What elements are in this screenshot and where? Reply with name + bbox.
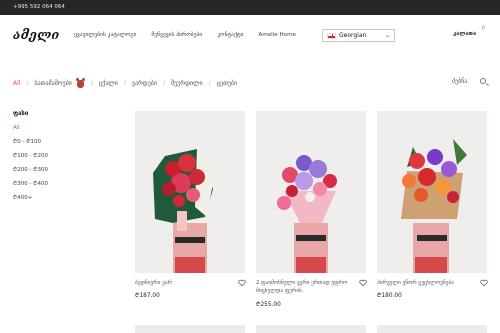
- language-select[interactable]: Georgian ⌄: [322, 29, 395, 42]
- filter-separator: /: [208, 79, 211, 87]
- product-image[interactable]: [377, 111, 487, 273]
- main-nav: ყვავილების კატალოგი მეწვევის პირობები კო…: [74, 32, 311, 38]
- site-header: ამელი ყვავილების კატალოგი მეწვევის პირობ…: [0, 15, 500, 60]
- price-option-200-300[interactable]: ₾200 - ₾300: [13, 165, 48, 173]
- filter-toys[interactable]: სათამაშოები: [34, 80, 71, 87]
- price-option-400-plus[interactable]: ₾400+: [13, 193, 48, 201]
- language-selected-value: Georgian: [339, 32, 367, 39]
- price-option-300-400[interactable]: ₾300 - ₾400: [13, 179, 48, 187]
- teddy-bear-icon: [75, 78, 85, 88]
- product-price: ₾255.00: [256, 302, 281, 308]
- price-option-all[interactable]: All: [13, 125, 48, 131]
- filter-all[interactable]: All: [13, 80, 20, 87]
- search-label[interactable]: ძებნა: [452, 78, 467, 85]
- product-price: ₾187.00: [135, 293, 160, 299]
- product-image[interactable]: [256, 111, 366, 273]
- site-logo[interactable]: ამელი: [13, 27, 59, 42]
- nav-item-catalog[interactable]: ყვავილების კატალოგი: [74, 32, 136, 38]
- price-filter-title: ფასი: [13, 110, 29, 117]
- filter-separator: /: [90, 79, 93, 87]
- price-filter-sidebar: ფასი All ₾0 - ₾100 ₾100 - ₾200 ₾200 - ₾3…: [13, 110, 48, 207]
- category-filter-bar: All / სათამაშოები / ცქალი / ვარდები / შე…: [0, 60, 500, 105]
- next-product-image[interactable]: [256, 325, 366, 333]
- product-name[interactable]: 2 ფაიმოხნული ვერი ერთად უფრო მიცხელდა ფე…: [256, 279, 352, 295]
- price-option-100-200[interactable]: ₾100 - ₾200: [13, 151, 48, 159]
- cart-count-badge: 0: [482, 26, 485, 31]
- product-name[interactable]: პირველი ვნორ ცეცხლოვნება: [377, 279, 473, 287]
- product-card[interactable]: ბედნიერი ვარ ₾187.00: [135, 111, 246, 299]
- next-product-image[interactable]: [135, 325, 245, 333]
- heart-icon[interactable]: [238, 279, 246, 287]
- filter-roses[interactable]: ვარდები: [132, 80, 157, 87]
- next-product-image[interactable]: [377, 325, 487, 333]
- filter-item-5[interactable]: ცეთები: [217, 80, 238, 87]
- product-name[interactable]: ბედნიერი ვარ: [135, 279, 231, 287]
- heart-icon[interactable]: [359, 279, 367, 287]
- filter-item-2[interactable]: ცქალი: [99, 80, 118, 87]
- product-image[interactable]: [135, 111, 245, 273]
- georgia-flag-icon: [327, 33, 336, 39]
- heart-icon[interactable]: [480, 279, 488, 287]
- search-icon[interactable]: [480, 78, 486, 84]
- cart-link[interactable]: კალათა: [453, 31, 476, 37]
- category-filters: All / სათამაშოები / ცქალი / ვარდები / შე…: [13, 78, 237, 88]
- top-info-bar: +995 592 064 064: [0, 0, 500, 15]
- nav-item-amelie-home[interactable]: Amelie Home: [258, 32, 296, 38]
- nav-item-contact[interactable]: კონტაქტი: [217, 32, 243, 38]
- filter-separator: /: [26, 79, 29, 87]
- nav-item-delivery-terms[interactable]: მეწვევის პირობები: [151, 32, 202, 38]
- product-card[interactable]: პირველი ვნორ ცეცხლოვნება ₾180.00: [377, 111, 488, 299]
- filter-separator: /: [123, 79, 126, 87]
- filter-item-4[interactable]: შეურდილი: [171, 80, 203, 87]
- chevron-down-icon: ⌄: [384, 32, 390, 39]
- price-option-0-100[interactable]: ₾0 - ₾100: [13, 137, 48, 145]
- product-card[interactable]: 2 ფაიმოხნული ვერი ერთად უფრო მიცხელდა ფე…: [256, 111, 367, 308]
- product-price: ₾180.00: [377, 293, 402, 299]
- phone-number[interactable]: +995 592 064 064: [13, 0, 65, 15]
- filter-separator: /: [162, 79, 165, 87]
